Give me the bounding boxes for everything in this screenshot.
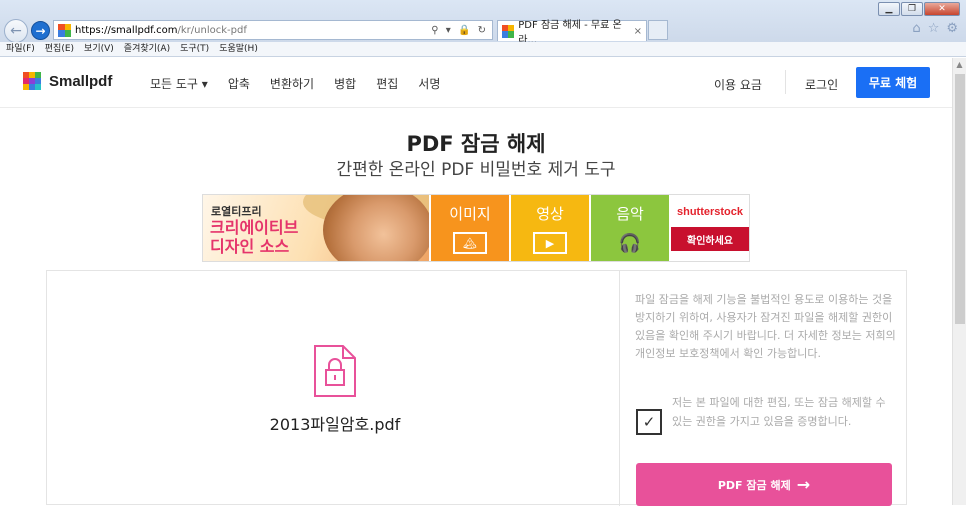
unlock-tool-card: 2013파일암호.pdf 파일 잠금을 해제 기능을 불법적인 용도로 이용하는… xyxy=(46,270,907,506)
menu-view[interactable]: 보기(V) xyxy=(84,42,114,56)
home-icon[interactable]: ⌂ xyxy=(912,21,920,36)
arrow-right-icon: → xyxy=(796,475,811,494)
address-bar[interactable]: https://smallpdf.com/kr/unlock-pdf ⚲ ▾ 🔒… xyxy=(53,20,493,40)
ad-tile-label: 음악 xyxy=(616,205,644,223)
ad-small-text: 로열티프리 xyxy=(211,205,262,218)
scroll-thumb[interactable] xyxy=(955,74,965,324)
forward-arrow-icon: → xyxy=(35,23,46,38)
menu-file[interactable]: 파일(F) xyxy=(6,42,35,56)
favorites-star-icon[interactable]: ☆ xyxy=(928,21,940,36)
browser-toolbar-icons: ⌂ ☆ ⚙ xyxy=(912,21,958,36)
back-button[interactable]: ← xyxy=(4,19,28,43)
site-favicon-icon xyxy=(58,23,71,37)
ad-headline-line1: 크리에이티브 xyxy=(210,218,299,237)
menu-bar: 파일(F) 편집(E) 보기(V) 즐겨찾기(A) 도구(T) 도움말(H) xyxy=(0,42,966,57)
locked-file-icon xyxy=(314,345,356,397)
nav-edit[interactable]: 편집 xyxy=(376,75,398,92)
ad-tile-video[interactable]: 영상 ▶ xyxy=(509,195,589,261)
browser-chrome: ▁ ❐ ✕ ← → https://smallpdf.com/kr/unlock… xyxy=(0,0,966,46)
file-name: 2013파일암호.pdf xyxy=(269,415,401,434)
unlock-pdf-button[interactable]: PDF 잠금 해제 → xyxy=(636,463,892,506)
nav-compress[interactable]: 압축 xyxy=(228,75,250,92)
play-icon: ▶ xyxy=(533,232,567,254)
ad-photo-panel: 로열티프리 크리에이티브 디자인 소스 xyxy=(203,195,429,261)
ad-model-image xyxy=(323,195,429,261)
ad-brand-panel[interactable]: shutterstock 확인하세요 xyxy=(669,195,749,261)
image-icon: 🏔 xyxy=(453,232,487,254)
ad-tile-music[interactable]: 음악 🎧 xyxy=(589,195,669,261)
ad-banner[interactable]: 로열티프리 크리에이티브 디자인 소스 이미지 🏔 영상 ▶ 음악 🎧 shut… xyxy=(202,194,750,262)
smallpdf-logo-icon xyxy=(23,72,41,90)
restore-button[interactable]: ❐ xyxy=(901,2,923,16)
ad-tile-label: 영상 xyxy=(536,205,564,223)
close-window-button[interactable]: ✕ xyxy=(924,2,960,16)
ad-cta-button[interactable]: 확인하세요 xyxy=(671,227,749,251)
permission-checkbox-label[interactable]: 저는 본 파일에 대한 편집, 또는 잠금 해제할 수 있는 권한을 가지고 있… xyxy=(672,393,898,431)
nav-sign[interactable]: 서명 xyxy=(418,75,440,92)
headphones-icon: 🎧 xyxy=(618,232,642,254)
minimize-button[interactable]: ▁ xyxy=(878,2,900,16)
ad-headline: 크리에이티브 디자인 소스 xyxy=(210,218,298,256)
menu-tools[interactable]: 도구(T) xyxy=(180,42,209,56)
forward-button[interactable]: → xyxy=(31,21,50,40)
nav-merge[interactable]: 병합 xyxy=(334,75,356,92)
url-host: https://smallpdf.com xyxy=(75,24,178,36)
smallpdf-logo[interactable]: Smallpdf xyxy=(23,72,112,90)
ad-tile-label: 이미지 xyxy=(449,205,491,223)
login-link[interactable]: 로그인 xyxy=(805,76,838,93)
site-header: Smallpdf 모든 도구 ▾ 압축 변환하기 병합 편집 서명 이용 요금 … xyxy=(0,58,952,108)
free-trial-button[interactable]: 무료 체험 xyxy=(856,67,930,98)
url-path: /kr/unlock-pdf xyxy=(177,24,247,36)
header-divider xyxy=(785,70,786,94)
window-controls: ▁ ❐ ✕ xyxy=(877,2,960,16)
page-subtitle: 간편한 온라인 PDF 비밀번호 제거 도구 xyxy=(336,160,616,180)
browser-tab[interactable]: PDF 잠금 해제 - 무료 온라... × xyxy=(497,20,647,46)
menu-help[interactable]: 도움말(H) xyxy=(219,42,258,56)
permission-checkbox[interactable]: ✓ xyxy=(636,409,662,435)
address-tools[interactable]: ⚲ ▾ 🔒 ↻ xyxy=(431,25,488,36)
shutterstock-logo: shutterstock xyxy=(676,206,744,218)
tab-close-icon[interactable]: × xyxy=(634,26,642,37)
tab-favicon-icon xyxy=(502,24,515,38)
nav-convert[interactable]: 변환하기 xyxy=(270,75,314,92)
main-nav: 모든 도구 ▾ 압축 변환하기 병합 편집 서명 xyxy=(150,75,460,92)
menu-favorites[interactable]: 즐겨찾기(A) xyxy=(124,42,170,56)
unlock-button-label: PDF 잠금 해제 xyxy=(717,478,791,492)
legal-notice: 파일 잠금을 해제 기능을 불법적인 용도로 이용하는 것을 방지하기 위하여,… xyxy=(635,293,896,360)
ad-headline-line2: 디자인 소스 xyxy=(210,237,290,256)
card-divider xyxy=(619,271,620,506)
scroll-up-icon[interactable]: ▲ xyxy=(953,58,966,72)
nav-all-tools[interactable]: 모든 도구 ▾ xyxy=(150,75,208,92)
ad-tile-images[interactable]: 이미지 🏔 xyxy=(429,195,509,261)
vertical-scrollbar[interactable]: ▲ xyxy=(952,58,966,505)
back-arrow-icon: ← xyxy=(10,23,22,39)
menu-edit[interactable]: 편집(E) xyxy=(45,42,74,56)
new-tab-button[interactable] xyxy=(648,20,668,40)
pricing-link[interactable]: 이용 요금 xyxy=(714,76,762,93)
logo-text: Smallpdf xyxy=(49,72,113,90)
page-title: PDF 잠금 해제 xyxy=(406,132,546,156)
settings-gear-icon[interactable]: ⚙ xyxy=(946,21,958,36)
